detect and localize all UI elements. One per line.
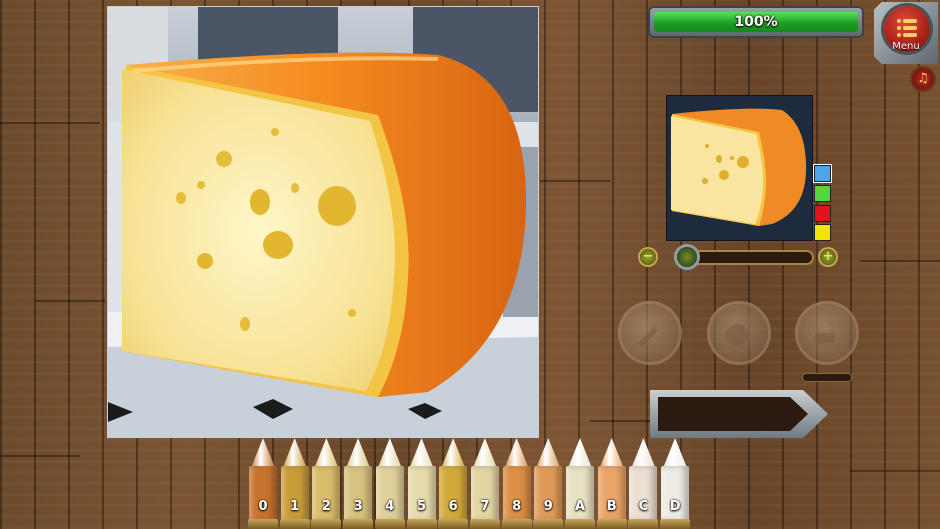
crayon-base [279,519,310,529]
crayon-label: B [606,499,617,514]
zoom-in-button[interactable]: + [820,249,836,265]
crayon-base [311,519,342,529]
crayon-3[interactable]: 3 [343,438,374,529]
crayon-9[interactable]: 9 [533,438,564,529]
crayon-label: 7 [480,499,490,514]
crayon-4[interactable]: 4 [374,438,405,529]
crayon-base [343,519,374,529]
crayon-base [533,519,564,529]
crayon-A[interactable]: A [565,438,595,529]
crayon-tip [251,438,275,468]
menu-button[interactable]: Menu [874,2,938,64]
coloring-canvas[interactable] [107,6,539,438]
crayon-base [596,519,627,529]
crayon-B[interactable]: B [596,438,627,529]
crayon-label: 8 [512,499,522,514]
magic-wand-icon [638,319,663,347]
crayon-2[interactable]: 2 [311,438,342,529]
zoom-handle[interactable] [677,247,697,267]
crayon-8[interactable]: 8 [501,438,532,529]
crayon-7[interactable]: 7 [469,438,500,529]
paint-roller-icon [815,317,838,343]
crayon-base [406,519,437,529]
crayon-base [628,519,659,529]
crayon-tip [536,438,561,468]
bomb-tool-button[interactable] [707,301,771,365]
crayon-label: 1 [290,499,300,514]
crayon-label: 2 [321,499,331,514]
crayon-label: A [574,499,586,514]
crayon-tip [663,438,688,468]
crayon-label: 5 [416,499,427,514]
crayon-tip [409,438,434,468]
crayon-base [501,519,532,529]
crayon-tip [599,438,624,468]
crayon-tip [472,438,497,468]
zoom-slider[interactable]: − + [638,247,840,271]
crayon-0[interactable]: 0 [248,438,278,529]
menu-label: Menu [892,41,920,52]
reference-preview [666,95,813,241]
tool-charge-bar [803,374,851,381]
music-toggle-icon[interactable]: ♫ [912,68,934,90]
crayon-label: D [669,499,681,514]
palette-swatch-green[interactable] [814,185,831,202]
palette-swatch-red[interactable] [814,205,831,222]
bonus-slot [650,390,828,438]
palette-swatch-blue[interactable] [813,164,832,183]
palette-swatch-yellow[interactable] [814,224,831,241]
crayon-tip [346,438,371,468]
crayon-tip [568,438,592,468]
crayon-tip [631,438,656,468]
crayon-tip [504,438,529,468]
cheese-artwork [108,7,538,437]
crayon-5[interactable]: 5 [406,438,437,529]
progress-meter-text: 100% [734,14,778,30]
crayon-label: 4 [385,499,395,514]
crayon-label: 0 [258,499,268,514]
crayon-1[interactable]: 1 [279,438,310,529]
crayon-tip [314,438,339,468]
crayon-tray: 0 1 2 3 4 5 6 7 8 9 A B C D [244,438,698,529]
bonus-slot-inner [658,397,808,431]
crayon-base [565,519,595,529]
crayon-label: 6 [448,499,458,514]
crayon-6[interactable]: 6 [438,438,469,529]
crayon-base [660,519,691,529]
bomb-icon [726,317,751,346]
progress-meter: 100% [648,6,864,38]
crayon-label: 3 [353,499,363,514]
crayon-base [248,519,278,529]
crayon-tip [282,438,307,468]
cheese-preview-image [671,108,807,226]
crayon-base [438,519,469,529]
crayon-tip [441,438,466,468]
crayon-tip [377,438,402,468]
crayon-label: 9 [543,499,553,514]
crayon-D[interactable]: D [660,438,691,529]
crayon-label: C [638,499,649,514]
hint-tool-button[interactable] [618,301,682,365]
fill-tool-button[interactable] [795,301,859,365]
crayon-base [374,519,405,529]
crayon-C[interactable]: C [628,438,659,529]
crayon-base [469,519,500,529]
zoom-out-button[interactable]: − [640,249,656,265]
